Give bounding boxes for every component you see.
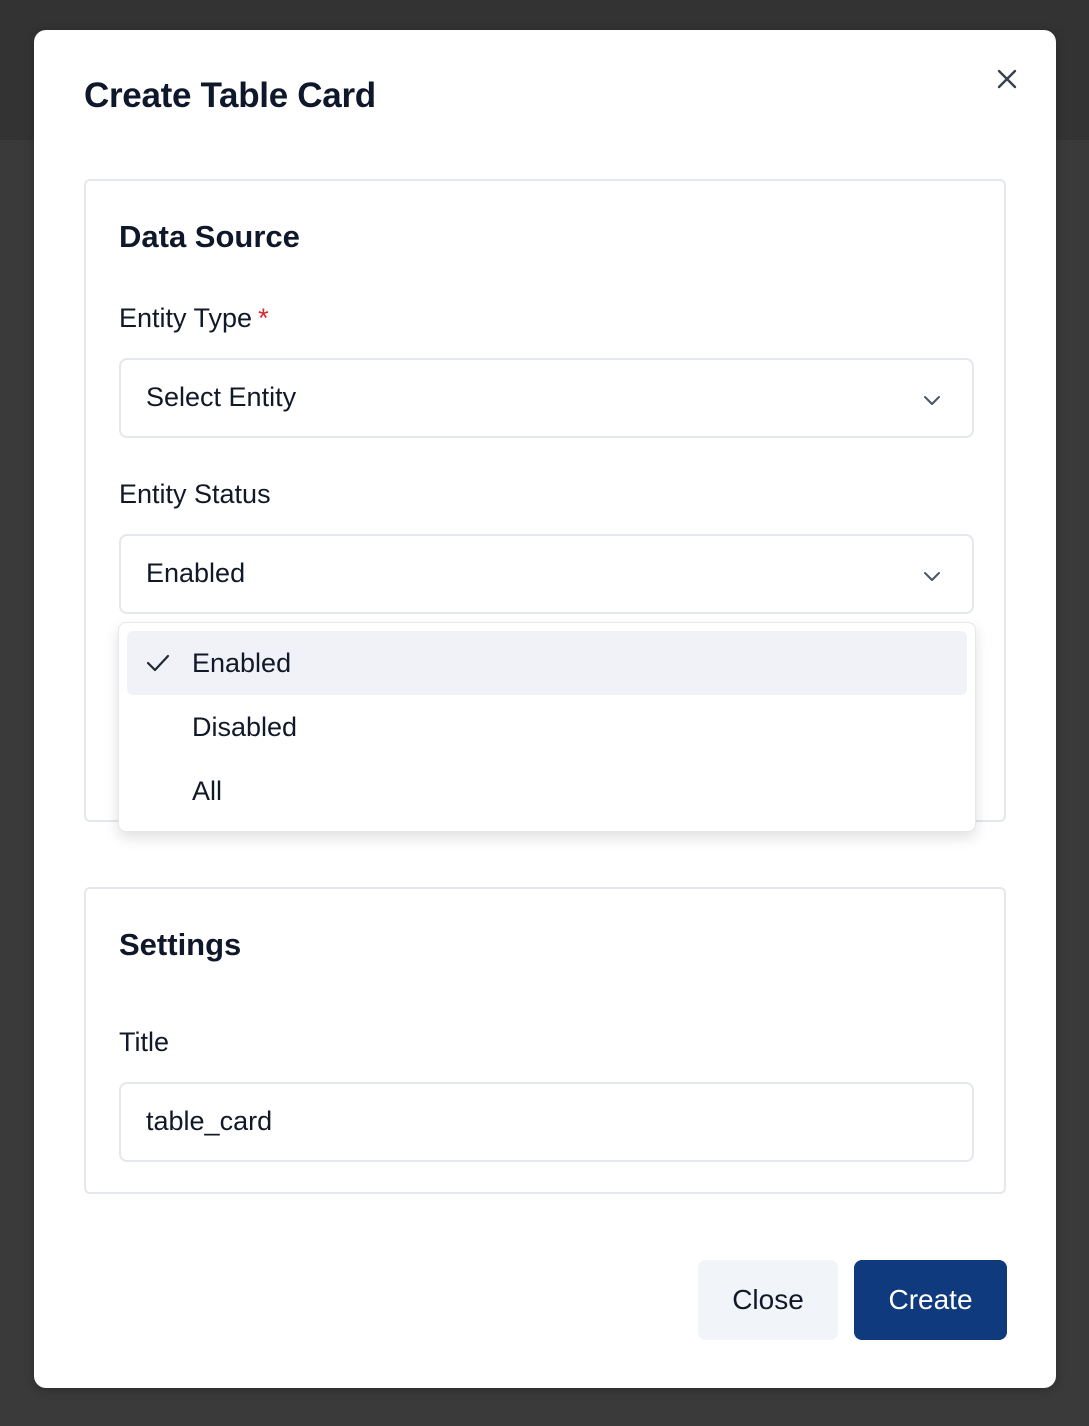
chevron-down-icon bbox=[924, 396, 940, 405]
title-field-label: Title bbox=[119, 1027, 170, 1057]
entity-type-value: Select Entity bbox=[146, 382, 297, 412]
close-icon[interactable] bbox=[992, 64, 1022, 94]
entity-status-dropdown: Enabled Disabled All bbox=[118, 622, 976, 832]
modal-title: Create Table Card bbox=[84, 76, 376, 115]
option-disabled[interactable]: Disabled bbox=[127, 695, 967, 759]
entity-type-select[interactable]: Select Entity bbox=[119, 358, 974, 438]
create-button[interactable]: Create bbox=[854, 1260, 1007, 1340]
title-input-value: table_card bbox=[146, 1106, 273, 1136]
entity-type-label: Entity Type * bbox=[119, 303, 269, 334]
entity-type-label-text: Entity Type bbox=[119, 303, 253, 333]
option-label: All bbox=[192, 776, 223, 806]
required-marker: * bbox=[258, 303, 269, 333]
close-button[interactable]: Close bbox=[698, 1260, 838, 1340]
settings-section: Settings Title table_card bbox=[84, 887, 1006, 1194]
check-icon bbox=[146, 654, 170, 672]
entity-status-select[interactable]: Enabled bbox=[119, 534, 974, 614]
option-all[interactable]: All bbox=[127, 759, 967, 823]
option-label: Disabled bbox=[192, 712, 298, 742]
title-input[interactable]: table_card bbox=[119, 1082, 974, 1162]
entity-status-label: Entity Status bbox=[119, 479, 271, 509]
settings-title: Settings bbox=[119, 927, 242, 962]
option-label: Enabled bbox=[192, 648, 292, 678]
entity-status-value: Enabled bbox=[146, 558, 246, 588]
chevron-down-icon bbox=[924, 572, 940, 581]
option-enabled[interactable]: Enabled bbox=[127, 631, 967, 695]
data-source-title: Data Source bbox=[119, 219, 300, 254]
